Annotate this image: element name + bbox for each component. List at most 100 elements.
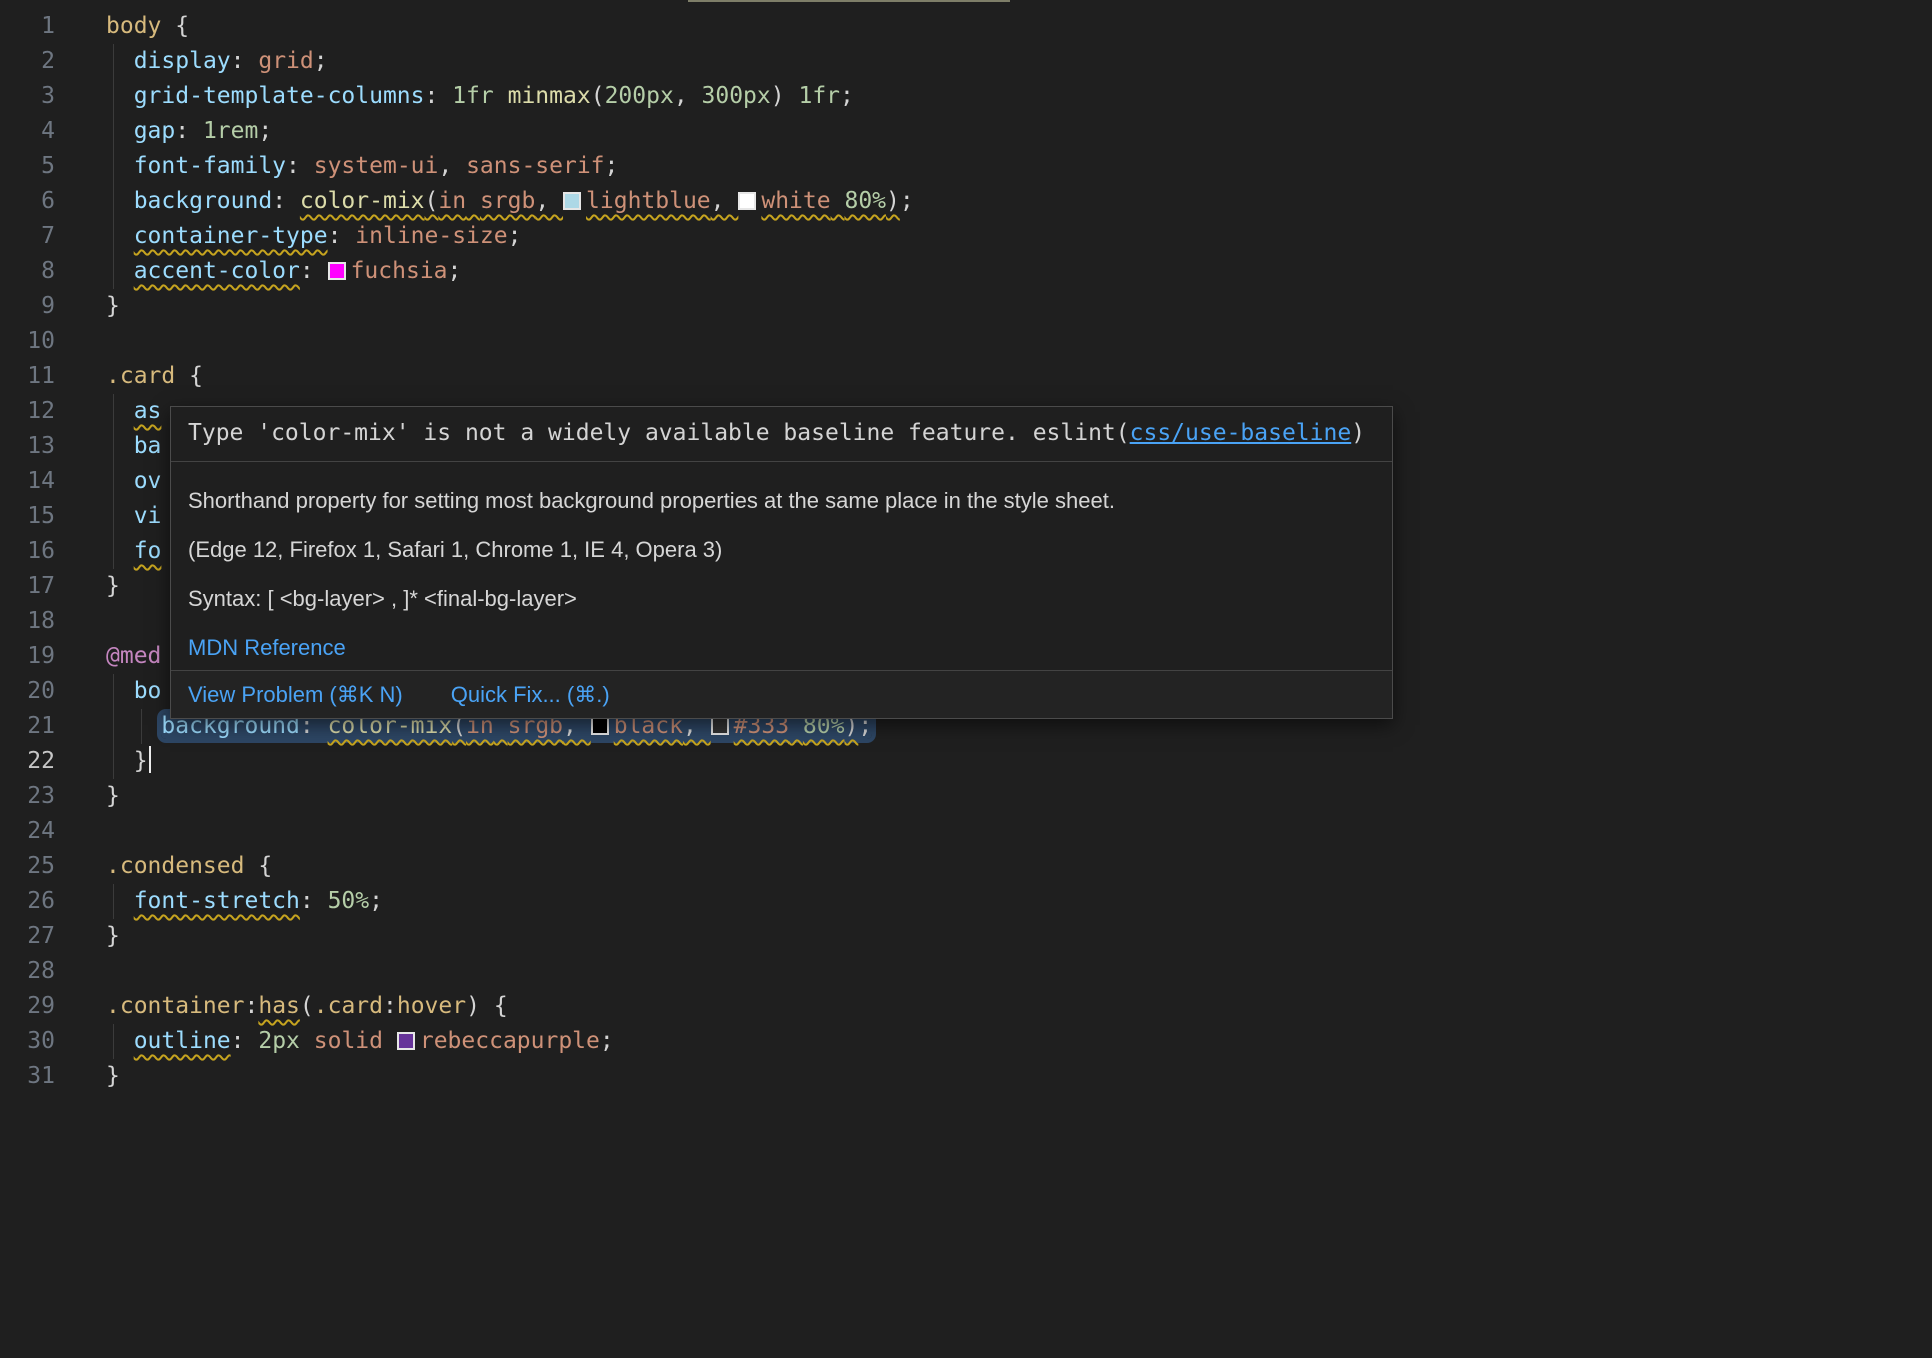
code-line[interactable]: 26 font-stretch: 50%; <box>0 884 1932 919</box>
code-line[interactable]: 6 background: color-mix(in srgb, lightbl… <box>0 184 1932 219</box>
code-line[interactable]: 30 outline: 2px solid rebeccapurple; <box>0 1024 1932 1059</box>
line-number[interactable]: 25 <box>0 849 106 884</box>
line-number[interactable]: 15 <box>0 499 106 534</box>
line-number[interactable]: 3 <box>0 79 106 114</box>
code-content[interactable]: } <box>106 919 1932 954</box>
code-token: 200px <box>605 83 674 109</box>
code-line[interactable]: 28 <box>0 954 1932 989</box>
code-line[interactable]: 22 } <box>0 744 1932 779</box>
code-line[interactable]: 29.container:has(.card:hover) { <box>0 989 1932 1024</box>
code-token: } <box>106 293 120 319</box>
code-token <box>106 538 134 564</box>
code-content[interactable]: .card { <box>106 359 1932 394</box>
color-swatch[interactable] <box>397 1032 415 1050</box>
line-number[interactable]: 12 <box>0 394 106 429</box>
code-content[interactable]: font-family: system-ui, sans-serif; <box>106 149 1932 184</box>
code-content[interactable] <box>106 324 1932 359</box>
line-number[interactable]: 17 <box>0 569 106 604</box>
line-number[interactable]: 26 <box>0 884 106 919</box>
code-token: grid-template-columns <box>134 83 425 109</box>
line-number[interactable]: 9 <box>0 289 106 324</box>
code-line[interactable]: 3 grid-template-columns: 1fr minmax(200p… <box>0 79 1932 114</box>
color-swatch[interactable] <box>328 262 346 280</box>
code-content[interactable]: } <box>106 779 1932 814</box>
code-content[interactable]: accent-color: fuchsia; <box>106 254 1932 289</box>
line-number[interactable]: 22 <box>0 744 106 779</box>
code-line[interactable]: 7 container-type: inline-size; <box>0 219 1932 254</box>
code-line[interactable]: 5 font-family: system-ui, sans-serif; <box>0 149 1932 184</box>
line-number[interactable]: 20 <box>0 674 106 709</box>
code-content[interactable]: gap: 1rem; <box>106 114 1932 149</box>
code-content[interactable] <box>106 954 1932 989</box>
code-line[interactable]: 11.card { <box>0 359 1932 394</box>
line-number[interactable]: 16 <box>0 534 106 569</box>
line-number[interactable]: 4 <box>0 114 106 149</box>
code-content[interactable]: } <box>106 289 1932 324</box>
code-line[interactable]: 24 <box>0 814 1932 849</box>
line-number[interactable]: 21 <box>0 709 106 744</box>
code-line[interactable]: 9} <box>0 289 1932 324</box>
code-content[interactable]: } <box>106 1059 1932 1094</box>
line-number[interactable]: 24 <box>0 814 106 849</box>
code-line[interactable]: 25.condensed { <box>0 849 1932 884</box>
code-content[interactable]: background: color-mix(in srgb, lightblue… <box>106 184 1932 219</box>
color-swatch[interactable] <box>711 717 729 735</box>
code-content[interactable]: } <box>106 744 1932 779</box>
hover-tooltip: Type 'color-mix' is not a widely availab… <box>170 406 1393 719</box>
line-number[interactable]: 30 <box>0 1024 106 1059</box>
code-token: inline-size <box>355 223 507 249</box>
line-number[interactable]: 6 <box>0 184 106 219</box>
code-line[interactable]: 23} <box>0 779 1932 814</box>
code-content[interactable]: .container:has(.card:hover) { <box>106 989 1932 1024</box>
indent-guide <box>113 114 114 149</box>
color-swatch[interactable] <box>738 192 756 210</box>
code-token: solid <box>314 1028 383 1054</box>
line-number[interactable]: 2 <box>0 44 106 79</box>
line-number[interactable]: 10 <box>0 324 106 359</box>
line-number[interactable]: 23 <box>0 779 106 814</box>
code-token <box>106 223 134 249</box>
line-number[interactable]: 11 <box>0 359 106 394</box>
line-number[interactable]: 28 <box>0 954 106 989</box>
line-number[interactable]: 14 <box>0 464 106 499</box>
code-token <box>785 83 799 109</box>
line-number[interactable]: 8 <box>0 254 106 289</box>
line-number[interactable]: 5 <box>0 149 106 184</box>
quick-fix-link[interactable]: Quick Fix... (⌘.) <box>451 680 610 709</box>
code-content[interactable]: display: grid; <box>106 44 1932 79</box>
view-problem-link[interactable]: View Problem (⌘K N) <box>188 680 403 709</box>
code-line[interactable]: 31} <box>0 1059 1932 1094</box>
code-content[interactable]: grid-template-columns: 1fr minmax(200px,… <box>106 79 1932 114</box>
color-swatch[interactable] <box>563 192 581 210</box>
code-content[interactable] <box>106 814 1932 849</box>
code-token: ( <box>300 993 314 1019</box>
line-number[interactable]: 1 <box>0 9 106 44</box>
code-line[interactable]: 4 gap: 1rem; <box>0 114 1932 149</box>
code-token: 1rem <box>203 118 258 144</box>
code-token: body <box>106 13 175 39</box>
code-token: container-type <box>134 223 328 249</box>
code-token: color-mix <box>300 188 425 214</box>
line-number[interactable]: 19 <box>0 639 106 674</box>
code-token: : <box>300 258 328 284</box>
code-content[interactable]: body { <box>106 9 1932 44</box>
line-number[interactable]: 18 <box>0 604 106 639</box>
code-line[interactable]: 27} <box>0 919 1932 954</box>
code-content[interactable]: .condensed { <box>106 849 1932 884</box>
code-token: ba <box>134 433 162 459</box>
color-swatch[interactable] <box>591 717 609 735</box>
mdn-reference-link[interactable]: MDN Reference <box>188 635 346 660</box>
code-content[interactable]: outline: 2px solid rebeccapurple; <box>106 1024 1932 1059</box>
code-line[interactable]: 1body { <box>0 9 1932 44</box>
line-number[interactable]: 13 <box>0 429 106 464</box>
code-line[interactable]: 10 <box>0 324 1932 359</box>
code-content[interactable]: container-type: inline-size; <box>106 219 1932 254</box>
code-content[interactable]: font-stretch: 50%; <box>106 884 1932 919</box>
line-number[interactable]: 29 <box>0 989 106 1024</box>
line-number[interactable]: 27 <box>0 919 106 954</box>
rule-link[interactable]: css/use-baseline <box>1130 420 1352 446</box>
line-number[interactable]: 31 <box>0 1059 106 1094</box>
code-line[interactable]: 2 display: grid; <box>0 44 1932 79</box>
code-line[interactable]: 8 accent-color: fuchsia; <box>0 254 1932 289</box>
line-number[interactable]: 7 <box>0 219 106 254</box>
